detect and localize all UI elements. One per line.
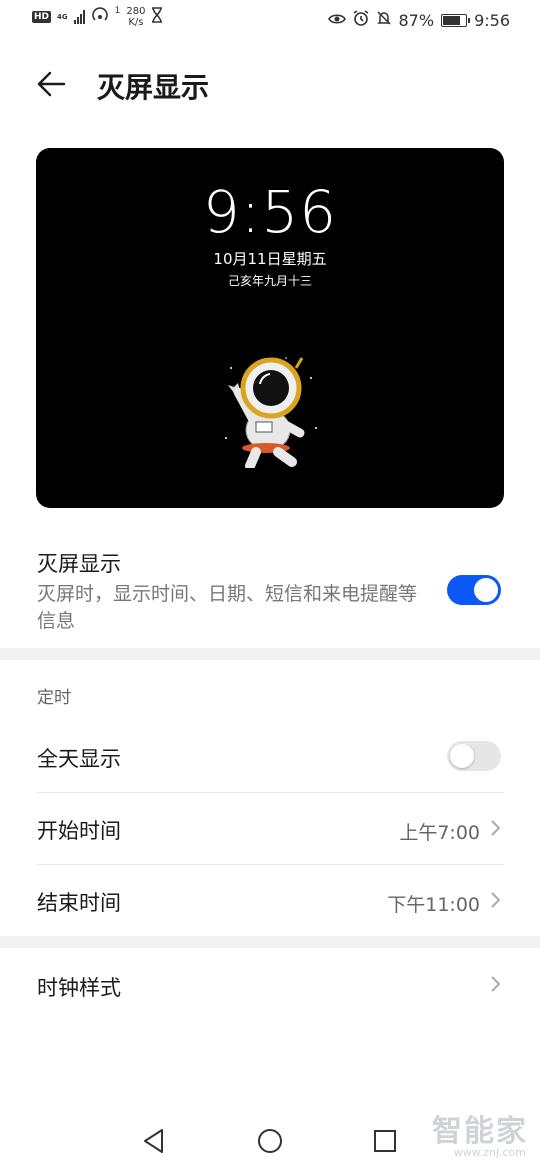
- divider: [37, 864, 504, 865]
- watermark-url: www.znj.com: [453, 1146, 526, 1159]
- start-time-value: 上午7:00: [399, 822, 480, 844]
- section-gap: [0, 648, 540, 660]
- schedule-section-label: 定时: [37, 688, 71, 708]
- section-gap: [0, 936, 540, 948]
- battery-icon: [441, 13, 471, 27]
- start-time-label: 开始时间: [37, 819, 121, 843]
- all-day-label: 全天显示: [37, 747, 121, 771]
- recents-square-icon[interactable]: [373, 1129, 397, 1153]
- toggle-knob: [474, 578, 498, 602]
- home-circle-icon[interactable]: [257, 1128, 283, 1154]
- divider: [37, 792, 504, 793]
- network-speed: 280 K/s: [126, 6, 146, 28]
- arrow-left-icon: [37, 71, 66, 97]
- hourglass-icon: [151, 7, 163, 27]
- status-bar: HD 4G 1 280 K/s 87% 9:56: [0, 0, 540, 40]
- alarm-icon: [353, 10, 369, 30]
- aod-preview: 9:56 10月11日星期五 己亥年九月十三: [36, 148, 504, 508]
- back-button[interactable]: [34, 66, 70, 102]
- preview-time: 9:56: [202, 178, 338, 246]
- hotspot-icon: [91, 7, 109, 27]
- hotspot-count: 1: [114, 6, 121, 16]
- back-triangle-icon[interactable]: [141, 1128, 167, 1154]
- all-day-toggle[interactable]: [447, 741, 501, 771]
- toggle-knob: [450, 744, 474, 768]
- battery-percent: 87%: [398, 10, 435, 30]
- astronaut-icon: [225, 357, 317, 468]
- aod-label: 灭屏显示: [37, 552, 121, 576]
- app-header: 灭屏显示: [0, 48, 540, 118]
- mute-icon: [376, 10, 392, 30]
- chevron-right-icon: [491, 892, 501, 908]
- watermark-logo: 智能家: [432, 1114, 528, 1149]
- preview-lunar-date: 己亥年九月十三: [227, 274, 312, 288]
- end-time-label: 结束时间: [37, 891, 121, 915]
- aod-description: 灭屏时，显示时间、日期、短信和来电提醒等信息: [37, 583, 418, 632]
- chevron-right-icon: [491, 976, 501, 992]
- clock-style-label: 时钟样式: [37, 976, 121, 1000]
- signal-icon: [73, 10, 85, 24]
- end-time-value: 下午11:00: [387, 894, 480, 916]
- eye-comfort-icon: [327, 11, 346, 30]
- preview-date: 10月11日星期五: [213, 250, 327, 268]
- chevron-right-icon: [491, 820, 501, 836]
- hd-badge: HD: [32, 11, 52, 23]
- clock: 9:56: [474, 10, 510, 30]
- aod-toggle[interactable]: [447, 575, 501, 605]
- page-title: 灭屏显示: [97, 71, 210, 104]
- network-type: 4G: [57, 12, 68, 21]
